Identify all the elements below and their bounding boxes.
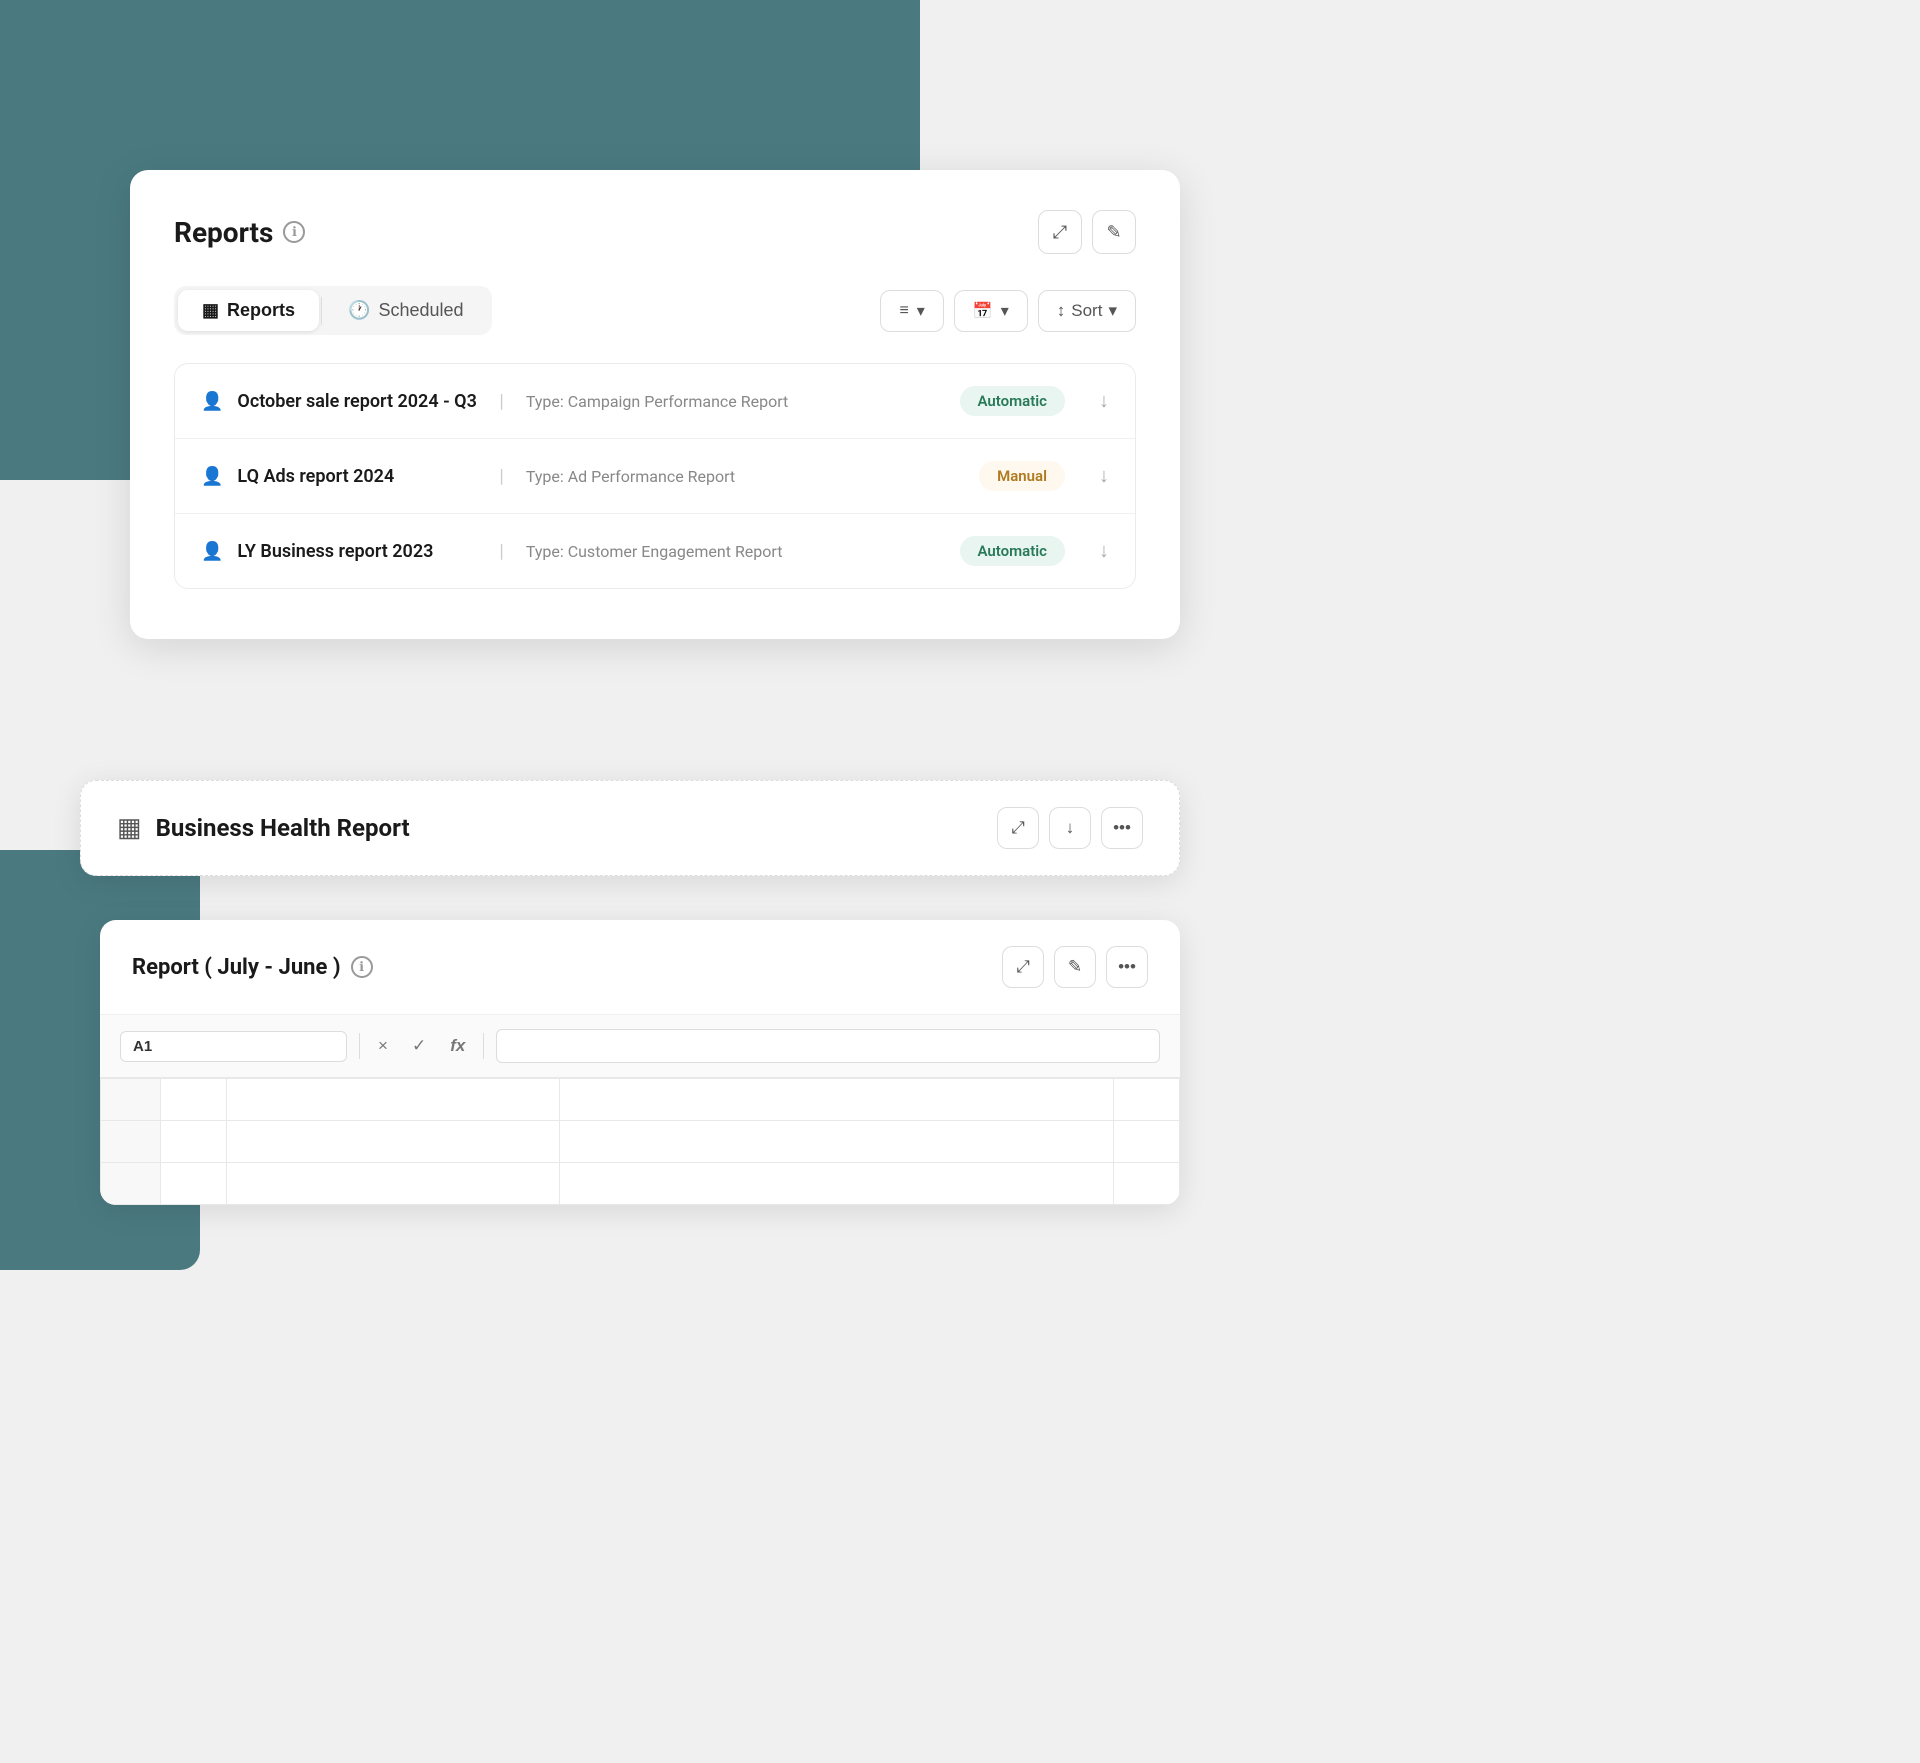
card-header-actions: ⤢ ✎: [1038, 210, 1136, 254]
badge-3: Automatic: [960, 536, 1066, 566]
tab-reports-icon: ▦: [202, 300, 219, 321]
report-july-expand-btn[interactable]: ⤢: [1002, 946, 1044, 988]
grid-cell-1-1[interactable]: [161, 1079, 227, 1121]
filter-chevron: ▾: [917, 301, 925, 321]
calendar-chevron: ▾: [1001, 301, 1009, 321]
confirm-formula-btn[interactable]: ✓: [406, 1032, 432, 1060]
health-dots-btn[interactable]: •••: [1101, 807, 1143, 849]
report-user-icon-3: 👤: [201, 541, 223, 562]
filter-area: ≡ ▾ 📅 ▾ ↕ Sort ▾: [880, 290, 1136, 332]
report-type-2: Type: Ad Performance Report: [526, 467, 965, 486]
expand-button[interactable]: ⤢: [1038, 210, 1082, 254]
grid-cell-2-1[interactable]: [161, 1121, 227, 1163]
tab-scheduled[interactable]: 🕐 Scheduled: [324, 290, 488, 331]
report-list: 👤 October sale report 2024 - Q3 | Type: …: [174, 363, 1136, 589]
grid-cell-3-2[interactable]: [227, 1163, 559, 1205]
spreadsheet-grid: [100, 1078, 1180, 1205]
toolbar-sep-1: [359, 1033, 360, 1059]
report-july-dots-icon: •••: [1118, 957, 1136, 977]
grid-cell-1-2[interactable]: [227, 1079, 559, 1121]
cell-reference-input[interactable]: [120, 1031, 347, 1062]
grid-cell-1-3[interactable]: [559, 1079, 1113, 1121]
report-type-3: Type: Customer Engagement Report: [526, 542, 946, 561]
edit-button[interactable]: ✎: [1092, 210, 1136, 254]
download-btn-2[interactable]: ↓: [1099, 465, 1109, 488]
calendar-icon: 📅: [973, 301, 993, 321]
grid-cell-1-4[interactable]: [1113, 1079, 1179, 1121]
card-title-area: Reports ℹ: [174, 216, 305, 249]
grid-row-1: [101, 1079, 1180, 1121]
reports-info-icon[interactable]: ℹ: [283, 221, 305, 243]
report-item-1: 👤 October sale report 2024 - Q3 | Type: …: [175, 364, 1135, 439]
separator-3: |: [499, 541, 503, 562]
health-title-area: ▦ Business Health Report: [117, 813, 410, 843]
grid-cell-2-4[interactable]: [1113, 1121, 1179, 1163]
filter-icon: ≡: [899, 302, 908, 320]
report-name-3: LY Business report 2023: [237, 541, 477, 562]
report-user-icon-2: 👤: [201, 466, 223, 487]
filter-button[interactable]: ≡ ▾: [880, 290, 943, 332]
separator-1: |: [499, 391, 503, 412]
health-dots-icon: •••: [1113, 818, 1131, 838]
grid-cell-3-4[interactable]: [1113, 1163, 1179, 1205]
health-title: Business Health Report: [156, 814, 410, 842]
health-actions: ⤢ ↓ •••: [997, 807, 1143, 849]
report-july-title: Report ( July - June ): [132, 955, 341, 980]
report-item-2: 👤 LQ Ads report 2024 | Type: Ad Performa…: [175, 439, 1135, 514]
cancel-formula-btn[interactable]: ×: [372, 1032, 394, 1060]
report-july-card: Report ( July - June ) ℹ ⤢ ✎ ••• × ✓ fx: [100, 920, 1180, 1205]
sort-label: Sort: [1071, 301, 1102, 321]
tab-reports[interactable]: ▦ Reports: [178, 290, 319, 331]
tab-divider: [321, 297, 322, 325]
report-july-dots-btn[interactable]: •••: [1106, 946, 1148, 988]
report-type-1: Type: Campaign Performance Report: [526, 392, 946, 411]
report-name-1: October sale report 2024 - Q3: [237, 391, 477, 412]
health-card: ▦ Business Health Report ⤢ ↓ •••: [80, 780, 1180, 876]
sort-icon: ↕: [1057, 301, 1066, 321]
report-july-title-area: Report ( July - June ) ℹ: [132, 955, 373, 980]
report-july-header: Report ( July - June ) ℹ ⤢ ✎ •••: [100, 920, 1180, 1015]
sort-chevron: ▾: [1108, 301, 1117, 321]
grid-row-3: [101, 1163, 1180, 1205]
report-july-edit-btn[interactable]: ✎: [1054, 946, 1096, 988]
tabs-container: ▦ Reports 🕐 Scheduled: [174, 286, 492, 335]
health-chart-icon: ▦: [117, 813, 142, 843]
tab-reports-label: Reports: [227, 300, 295, 321]
reports-title: Reports: [174, 216, 273, 249]
badge-1: Automatic: [960, 386, 1066, 416]
row-header-3: [101, 1163, 161, 1205]
grid-cell-2-2[interactable]: [227, 1121, 559, 1163]
grid-cell-3-1[interactable]: [161, 1163, 227, 1205]
report-july-actions: ⤢ ✎ •••: [1002, 946, 1148, 988]
card-header: Reports ℹ ⤢ ✎: [174, 210, 1136, 254]
badge-2: Manual: [979, 461, 1065, 491]
report-july-info-icon[interactable]: ℹ: [351, 956, 373, 978]
grid-cell-2-3[interactable]: [559, 1121, 1113, 1163]
separator-2: |: [499, 466, 503, 487]
download-btn-1[interactable]: ↓: [1099, 390, 1109, 413]
spreadsheet-toolbar: × ✓ fx: [100, 1015, 1180, 1078]
health-expand-btn[interactable]: ⤢: [997, 807, 1039, 849]
calendar-filter-button[interactable]: 📅 ▾: [954, 290, 1028, 332]
row-header-2: [101, 1121, 161, 1163]
fx-btn[interactable]: fx: [444, 1032, 471, 1060]
report-item-3: 👤 LY Business report 2023 | Type: Custom…: [175, 514, 1135, 588]
report-name-2: LQ Ads report 2024: [237, 466, 477, 487]
reports-card: Reports ℹ ⤢ ✎ ▦ Reports 🕐 Scheduled ≡ ▾: [130, 170, 1180, 639]
formula-bar-input[interactable]: [496, 1029, 1160, 1063]
tabs-row: ▦ Reports 🕐 Scheduled ≡ ▾ 📅 ▾ ↕ Sort ▾: [174, 286, 1136, 335]
health-download-btn[interactable]: ↓: [1049, 807, 1091, 849]
toolbar-sep-2: [483, 1033, 484, 1059]
tab-scheduled-icon: 🕐: [348, 300, 370, 321]
sort-button[interactable]: ↕ Sort ▾: [1038, 290, 1136, 332]
download-btn-3[interactable]: ↓: [1099, 540, 1109, 563]
grid-row-2: [101, 1121, 1180, 1163]
report-user-icon-1: 👤: [201, 391, 223, 412]
grid-cell-3-3[interactable]: [559, 1163, 1113, 1205]
row-header-1: [101, 1079, 161, 1121]
tab-scheduled-label: Scheduled: [378, 300, 463, 321]
